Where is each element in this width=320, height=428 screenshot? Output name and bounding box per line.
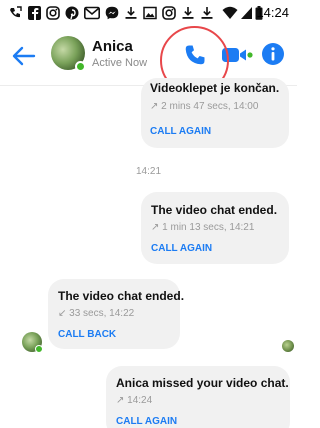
call-message-title: Videoklepet je končan. xyxy=(150,81,280,95)
conversation-timestamp: 14:21 xyxy=(135,166,162,177)
seen-avatar xyxy=(282,340,294,352)
call-again-button[interactable]: CALL AGAIN xyxy=(150,126,211,137)
missed-call-icon xyxy=(10,6,22,18)
gmail-icon xyxy=(84,6,100,20)
call-message-bubble: Videoklepet je končan. ↗ 2 mins 47 secs,… xyxy=(141,78,289,148)
call-message-meta: ↗ 2 mins 47 secs, 14:00 xyxy=(150,101,259,112)
info-icon[interactable] xyxy=(261,42,285,66)
call-message-title: Anica missed your video chat. xyxy=(116,376,289,390)
online-indicator xyxy=(35,345,43,353)
call-message-title: The video chat ended. xyxy=(58,289,185,303)
download-icon xyxy=(201,7,213,19)
contact-name[interactable]: Anica xyxy=(92,38,133,55)
download-icon xyxy=(125,7,137,19)
call-back-button[interactable]: CALL BACK xyxy=(58,329,116,340)
status-bar-time: 14:24 xyxy=(256,5,289,20)
status-bar: 14:24 xyxy=(0,0,297,26)
call-message-meta: ↗ 1 min 13 secs, 14:21 xyxy=(151,222,255,233)
call-message-bubble: Anica missed your video chat. ↗ 14:24 CA… xyxy=(106,366,290,428)
instagram-icon xyxy=(46,6,60,20)
back-arrow-icon[interactable] xyxy=(10,42,38,70)
messenger-icon xyxy=(105,6,119,20)
instagram-icon xyxy=(162,6,176,20)
pinterest-icon xyxy=(65,6,79,20)
gallery-icon xyxy=(143,6,157,20)
wifi-icon xyxy=(222,6,238,19)
call-again-button[interactable]: CALL AGAIN xyxy=(116,416,177,427)
call-message-meta: ↗ 14:24 xyxy=(116,395,153,406)
online-indicator xyxy=(75,61,86,72)
facebook-icon xyxy=(28,6,41,20)
call-again-button[interactable]: CALL AGAIN xyxy=(151,243,212,254)
conversation-header: Anica Active Now xyxy=(0,26,297,86)
contact-status: Active Now xyxy=(92,57,148,69)
call-message-bubble: The video chat ended. ↗ 1 min 13 secs, 1… xyxy=(141,192,289,264)
call-message-bubble: The video chat ended. ↙ 33 secs, 14:22 C… xyxy=(48,279,184,349)
signal-icon xyxy=(241,7,252,19)
download-icon xyxy=(182,7,194,19)
call-message-title: The video chat ended. xyxy=(151,203,278,217)
call-message-meta: ↙ 33 secs, 14:22 xyxy=(58,308,135,319)
